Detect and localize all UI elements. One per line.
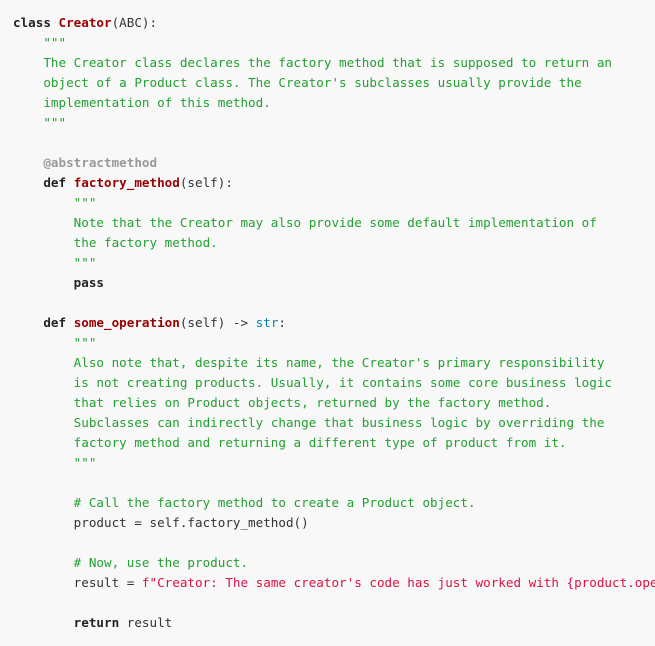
code-line: """ [0,193,655,213]
code-line: is not creating products. Usually, it co… [0,373,655,393]
string-token: """ [43,35,67,50]
code-view: class Creator(ABC): """ The Creator clas… [0,0,655,646]
code-line: def some_operation(self) -> str: [0,313,655,333]
code-token: result = [73,575,142,590]
code-line: The Creator class declares the factory m… [0,53,655,73]
code-line: # Call the factory method to create a Pr… [0,493,655,513]
code-line: object of a Product class. The Creator's… [0,73,655,93]
code-line: """ [0,113,655,133]
string-token: Subclasses can indirectly change that bu… [73,415,605,430]
code-token: product = self.factory_method() [73,515,309,530]
code-line: """ [0,453,655,473]
code-line: Note that the Creator may also provide s… [0,213,655,233]
code-line: implementation of this method. [0,93,655,113]
code-line: @abstractmethod [0,153,655,173]
identifier-token: factory_method [73,175,180,190]
code-line: that relies on Product objects, returned… [0,393,655,413]
keyword-token: def [43,315,67,330]
keyword-token: pass [73,275,105,290]
comment-token: # Now, use the product. [73,555,249,570]
string-token: """ [73,335,97,350]
code-line: return result [0,613,655,633]
code-line: the factory method. [0,233,655,253]
code-line: """ [0,33,655,53]
code-line: factory method and returning a different… [0,433,655,453]
string-token: factory method and returning a different… [73,435,567,450]
keyword-token: class [13,15,51,30]
string-token: implementation of this method. [43,95,271,110]
string-token: """ [73,455,97,470]
code-token: result [119,615,173,630]
keyword-token: def [43,175,67,190]
code-line: """ [0,333,655,353]
code-line: Also note that, despite its name, the Cr… [0,353,655,373]
code-token: (self) -> [179,315,256,330]
string-token: that relies on Product objects, returned… [73,395,552,410]
string-token: Note that the Creator may also provide s… [73,215,597,230]
decorator-token: @abstractmethod [43,155,158,170]
comment-token: # Call the factory method to create a Pr… [73,495,476,510]
string-token: the factory method. [73,235,218,250]
code-token: : [278,315,287,330]
fstring-token: f"Creator: The same creator's code has j… [141,575,655,590]
string-token: is not creating products. Usually, it co… [73,375,612,390]
string-token: """ [73,255,97,270]
code-line: def factory_method(self): [0,173,655,193]
code-lines: class Creator(ABC): """ The Creator clas… [0,13,655,633]
string-token: """ [43,115,67,130]
string-token: The Creator class declares the factory m… [43,55,612,70]
identifier-token: some_operation [73,315,180,330]
code-line: """ [0,253,655,273]
code-line: # Now, use the product. [0,553,655,573]
identifier-token: Creator [58,15,112,30]
string-token: """ [73,195,97,210]
code-token: (self): [179,175,233,190]
builtin-token: str [255,315,279,330]
string-token: object of a Product class. The Creator's… [43,75,582,90]
code-line: result = f"Creator: The same creator's c… [0,573,655,593]
code-token: (ABC): [111,15,158,30]
code-line: product = self.factory_method() [0,513,655,533]
string-token: Also note that, despite its name, the Cr… [73,355,605,370]
code-line: Subclasses can indirectly change that bu… [0,413,655,433]
code-line: class Creator(ABC): [0,13,655,33]
keyword-token: return [73,615,120,630]
code-line: pass [0,273,655,293]
